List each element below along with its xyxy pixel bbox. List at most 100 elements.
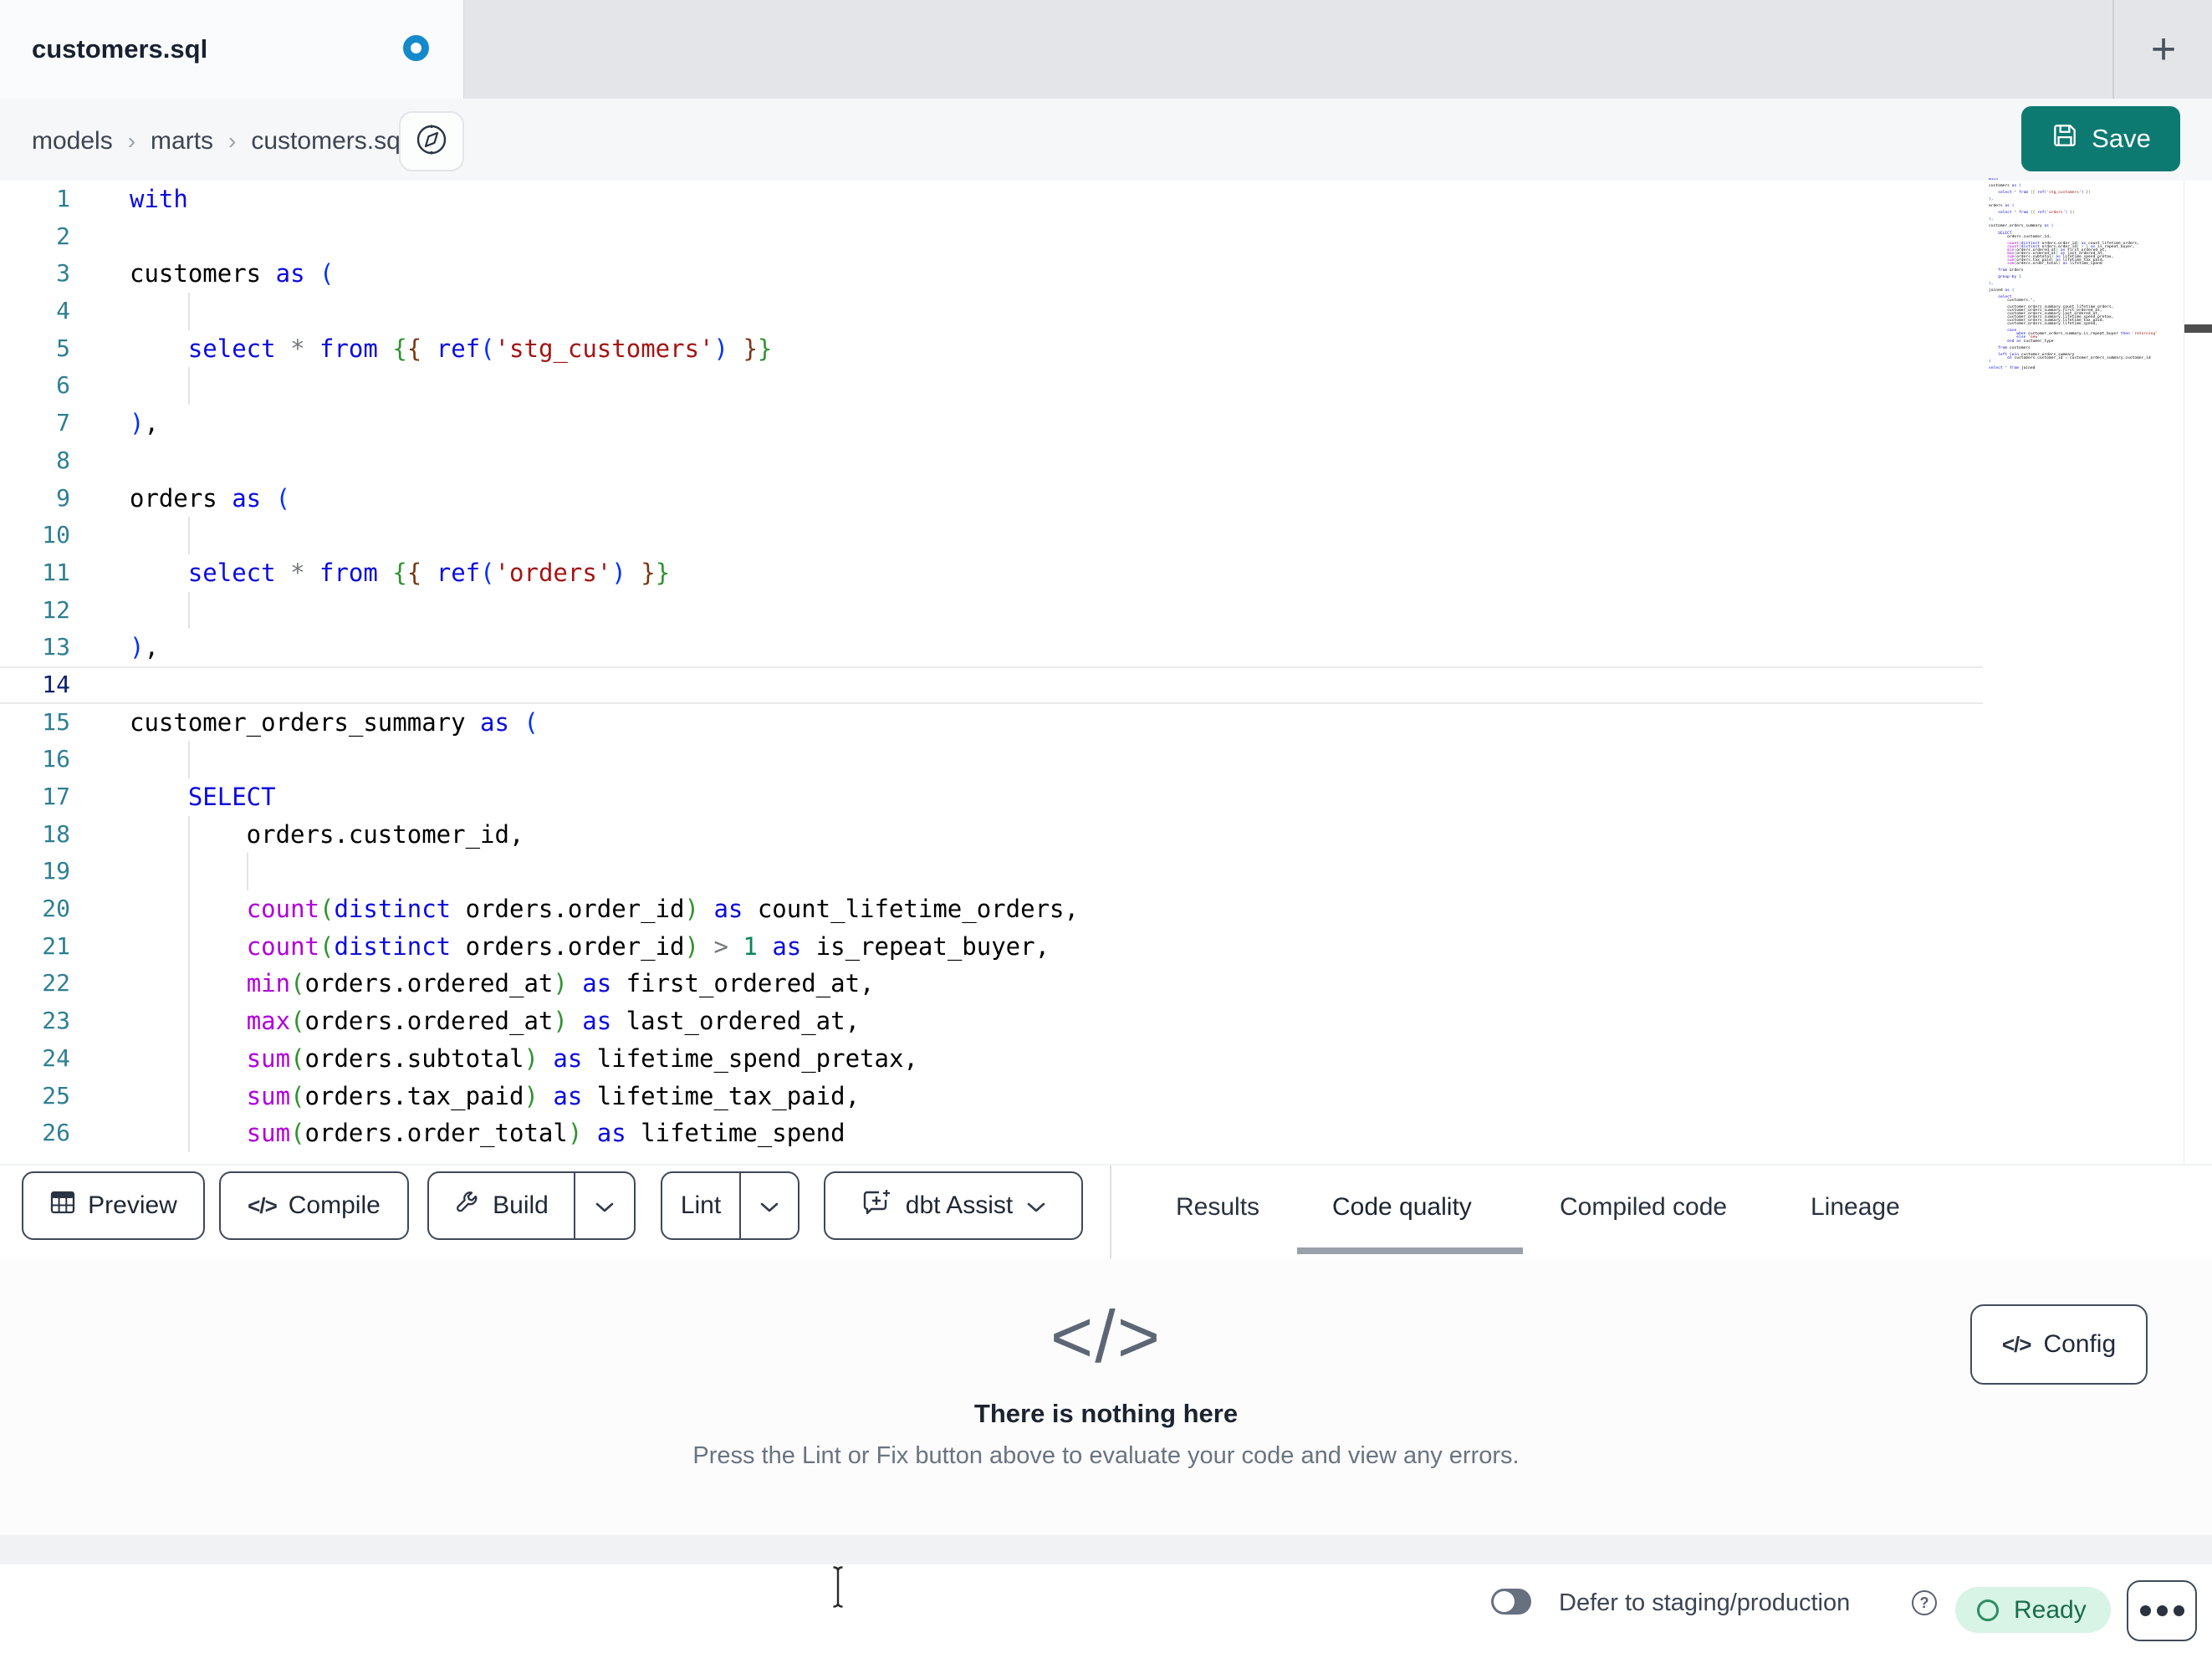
editor-toolbar: Preview </> Compile Build Lint dbt Assis… [0,1164,2212,1260]
code-line[interactable]: 8 [0,442,2212,480]
code-line[interactable]: 26 sum(orders.order_total) as lifetime_s… [0,1115,2212,1152]
lint-dropdown-button[interactable] [741,1173,798,1238]
tab-title: customers.sql [32,34,208,64]
chevron-down-icon [759,1191,779,1220]
toggle-knob [1494,1591,1515,1612]
breadcrumb-separator: › [127,128,136,154]
code-line[interactable]: 12 [0,591,2212,630]
line-number: 9 [56,483,70,512]
empty-state: </> There is nothing here Press the Lint… [0,1300,2212,1470]
line-number: 17 [42,783,70,810]
line-number: 25 [42,1081,70,1110]
line-number: 24 [42,1043,70,1072]
code-line[interactable]: 24 sum(orders.subtotal) as lifetime_spen… [0,1039,2212,1078]
help-icon[interactable]: ? [1912,1590,1937,1615]
code-line[interactable]: 25 sum(orders.tax_paid) as lifetime_tax_… [0,1077,2212,1115]
dbt-assist-button-label: dbt Assist [905,1191,1014,1219]
code-line[interactable]: 3 customers as ( [0,255,2212,293]
status-circle-icon [1977,1599,1999,1621]
tab-strip-divider [2112,0,2114,99]
code-line[interactable]: 2 [0,218,2212,256]
code-line[interactable]: 22 min(orders.ordered_at) as first_order… [0,965,2212,1003]
code-quality-panel: </> There is nothing here Press the Lint… [0,1258,2212,1535]
chevron-down-icon [1026,1191,1046,1220]
preview-button[interactable]: Preview [22,1171,205,1240]
code-line[interactable]: 19 [0,853,2212,891]
breadcrumb-item-marts[interactable]: marts [151,127,213,156]
assist-chat-sparkle-icon [861,1186,892,1225]
breadcrumb-separator: › [228,128,237,154]
new-tab-button[interactable]: + [2134,17,2193,82]
ellipsis-icon [2139,1605,2151,1616]
code-line[interactable]: 20 count(distinct orders.order_id) as co… [0,890,2212,928]
breadcrumb-item-models[interactable]: models [32,127,113,156]
line-number: 2 [56,222,70,250]
code-line[interactable]: 10 [0,517,2212,554]
tab-lineage[interactable]: Lineage [1811,1166,1900,1249]
build-button-label: Build [493,1191,549,1219]
compile-button[interactable]: </> Compile [219,1171,409,1240]
save-button[interactable]: Save [2021,106,2180,171]
code-line[interactable]: 21 count(distinct orders.order_id) > 1 a… [0,927,2212,966]
line-number: 7 [56,409,70,437]
code-line[interactable]: 17 SELECT [0,778,2212,816]
editor-minimap[interactable]: with customers as ( select * from {{ ref(… [1989,178,2179,370]
code-line[interactable]: 7), [0,405,2212,442]
empty-state-title: There is nothing here [973,1399,1239,1428]
unsaved-changes-dot-icon [403,35,429,61]
code-line[interactable]: 11 select * from {{ ref('orders') }} [0,554,2212,592]
more-options-button[interactable] [2127,1580,2197,1641]
ready-badge-label: Ready [2014,1595,2087,1624]
code-line[interactable]: 6 [0,367,2212,406]
lint-button[interactable]: Lint [662,1173,739,1238]
code-line[interactable]: 18 orders.customer_id, [0,815,2212,854]
config-button[interactable]: </> Config [1970,1304,2148,1385]
editor-tab-bar: customers.sql + [0,0,2212,99]
scroll-position-marker[interactable] [2184,324,2212,333]
chevron-down-icon [595,1191,615,1220]
line-number: 8 [56,446,70,474]
active-tab-underline [1297,1247,1523,1254]
tab-code-quality[interactable]: Code quality [1332,1166,1472,1249]
tab-results[interactable]: Results [1176,1166,1259,1249]
code-line[interactable]: 13), [0,629,2212,666]
lineage-compass-button[interactable] [399,111,464,171]
table-grid-icon [49,1189,76,1222]
toolbar-tabs-divider [1110,1166,1111,1260]
line-number: 12 [42,595,70,624]
code-brackets-icon: </> [1050,1295,1162,1378]
line-number: 4 [56,297,70,325]
line-number: 3 [56,259,70,288]
defer-label: Defer to staging/production [1559,1589,1851,1616]
panel-bottom-strip [0,1535,2212,1564]
mouse-cursor-ibeam [830,1565,845,1613]
code-line[interactable]: 9 orders as ( [0,480,2212,518]
ellipsis-icon [2156,1605,2168,1616]
dbt-assist-button[interactable]: dbt Assist [824,1171,1083,1240]
line-number: 22 [42,969,70,997]
defer-toggle[interactable] [1491,1589,1531,1615]
code-line[interactable]: 5 select * from {{ ref('stg_customers') … [0,330,2212,368]
code-line[interactable]: 1 with [0,181,2212,218]
line-number: 26 [42,1119,70,1147]
code-line[interactable]: 4 [0,293,2212,330]
preview-button-label: Preview [88,1191,177,1219]
tab-customers-sql[interactable]: customers.sql [0,0,464,99]
build-dropdown-button[interactable] [575,1173,634,1238]
code-line[interactable]: 14 [0,666,1983,704]
status-bar: Defer to staging/production ? Ready [0,1564,2212,1653]
line-number: 16 [42,745,70,773]
tab-compiled-code[interactable]: Compiled code [1560,1166,1727,1249]
line-number: 19 [42,857,70,885]
code-line[interactable]: 23 max(orders.ordered_at) as last_ordere… [0,1003,2212,1040]
breadcrumb: models › marts › customers.sql [32,99,406,184]
compile-button-label: Compile [288,1191,381,1219]
code-editor[interactable]: 1 with 2 3 customers as ( 4 5 select * from {{… [0,181,2212,1164]
line-number: 1 [56,185,70,212]
build-button[interactable]: Build [429,1173,574,1238]
code-line[interactable]: 15 customer_orders_summary as ( [0,704,2212,742]
line-number: 20 [42,895,70,923]
breadcrumb-item-file: customers.sql [251,127,406,155]
code-line[interactable]: 16 [0,741,2212,778]
line-number: 18 [42,819,70,848]
